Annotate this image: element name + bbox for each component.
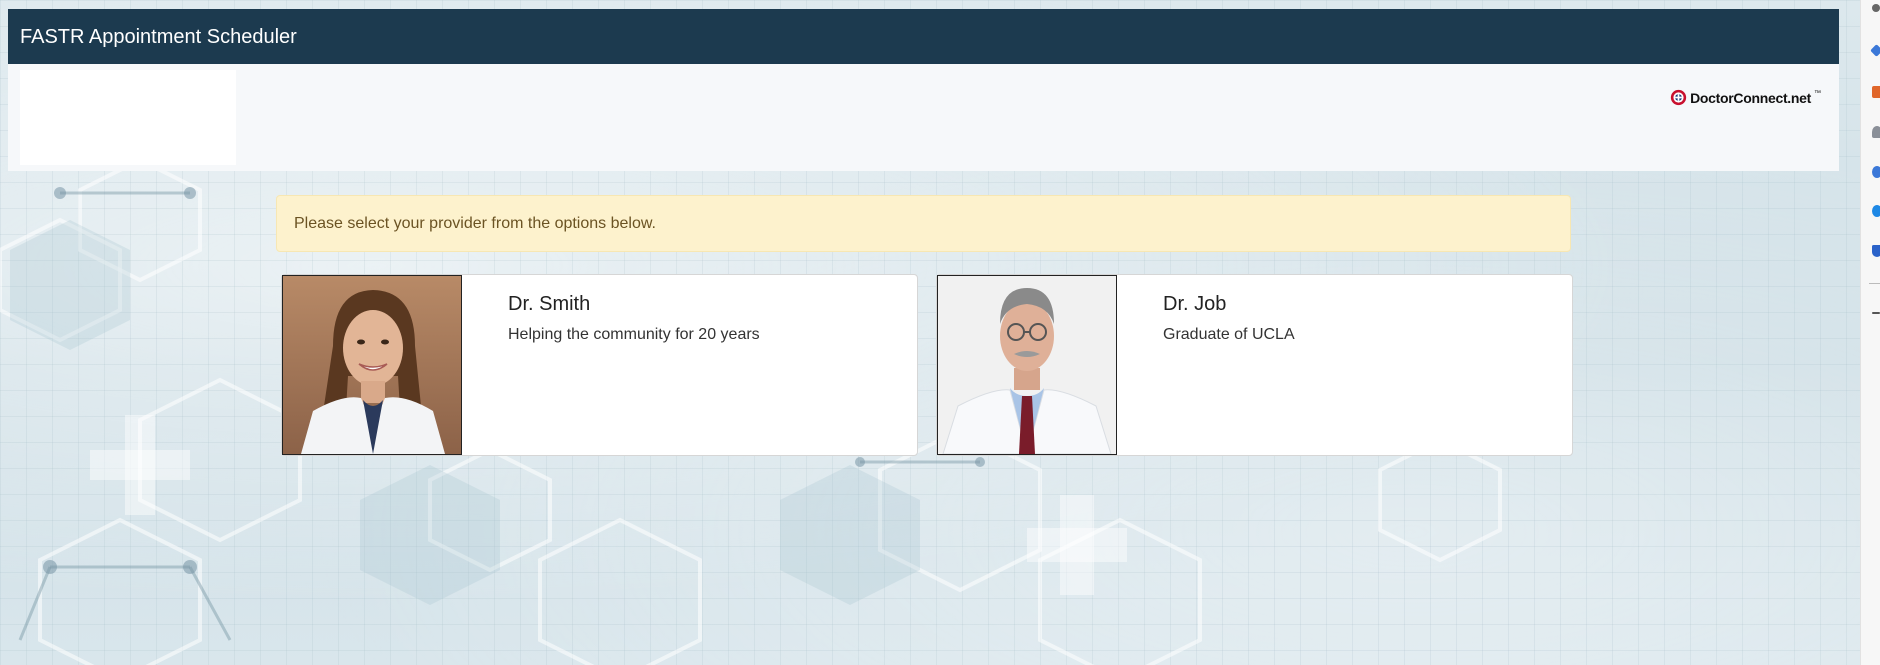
person-icon[interactable] bbox=[1872, 126, 1880, 138]
provider-selection-alert: Please select your provider from the opt… bbox=[276, 195, 1571, 252]
briefcase-icon[interactable] bbox=[1872, 86, 1880, 98]
alert-message: Please select your provider from the opt… bbox=[294, 215, 656, 232]
sidebar-divider bbox=[1869, 283, 1880, 284]
doctorconnect-logo-text: DoctorConnect.net bbox=[1690, 89, 1811, 106]
trademark-mark: ™ bbox=[1814, 90, 1821, 97]
male-doctor-portrait bbox=[937, 275, 1117, 455]
app-header: FASTR Appointment Scheduler bbox=[8, 9, 1839, 64]
provider-card-dr-smith[interactable]: Dr. Smith Helping the community for 20 y… bbox=[281, 274, 918, 456]
provider-name: Dr. Job bbox=[1163, 293, 1227, 315]
clinic-logo-placeholder bbox=[20, 70, 236, 165]
app-title: FASTR Appointment Scheduler bbox=[20, 26, 297, 48]
search-icon[interactable] bbox=[1872, 4, 1880, 12]
doctorconnect-logo[interactable]: DoctorConnect.net ™ bbox=[1670, 89, 1821, 106]
bookmark-icon[interactable] bbox=[1870, 44, 1880, 57]
provider-description: Graduate of UCLA bbox=[1163, 326, 1295, 343]
doctorconnect-logo-icon bbox=[1670, 89, 1687, 106]
add-icon[interactable] bbox=[1872, 312, 1880, 314]
provider-description: Helping the community for 20 years bbox=[508, 326, 760, 343]
logo-strip: DoctorConnect.net ™ bbox=[8, 64, 1839, 171]
provider-card-dr-job[interactable]: Dr. Job Graduate of UCLA bbox=[936, 274, 1573, 456]
settings-icon[interactable] bbox=[1872, 205, 1880, 217]
chat-icon[interactable] bbox=[1872, 166, 1880, 178]
shopping-icon[interactable] bbox=[1872, 245, 1880, 257]
female-doctor-portrait bbox=[282, 275, 462, 455]
browser-sidebar bbox=[1860, 0, 1880, 665]
provider-name: Dr. Smith bbox=[508, 293, 591, 315]
